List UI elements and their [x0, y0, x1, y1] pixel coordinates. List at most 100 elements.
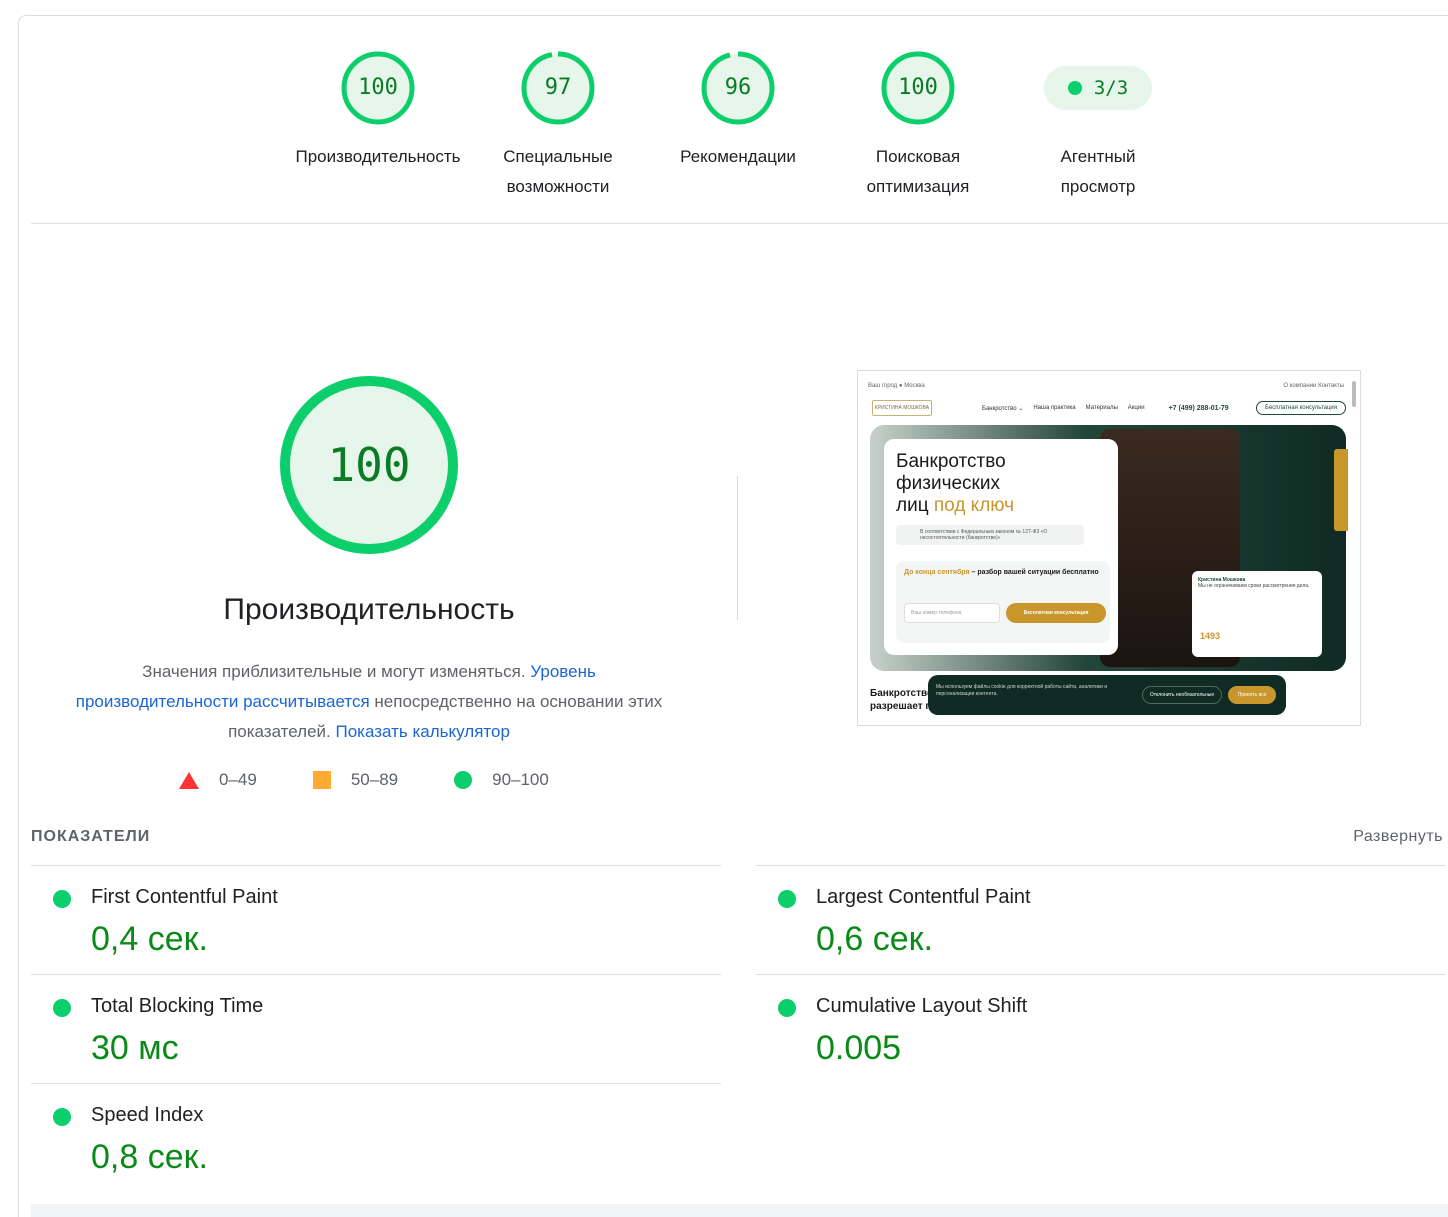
thumb-nav-link: Материалы [1085, 404, 1118, 411]
gauge-label: Производительность [283, 142, 473, 172]
metric-name: Speed Index [91, 1104, 204, 1126]
thumb-cookie-accept: Принять все [1228, 686, 1276, 704]
thumb-city: Ваш город ● Москва [868, 383, 925, 389]
show-calculator-link[interactable]: Показать калькулятор [336, 722, 510, 741]
gauge-score: 100 [358, 75, 398, 100]
metric-value: 0,4 сек. [91, 920, 208, 958]
pass-dot-icon [53, 890, 71, 908]
bottom-strip [31, 1204, 1448, 1217]
gauge-best-practices[interactable]: 96 Рекомендации [643, 50, 833, 172]
performance-summary: 100 Производительность Значения приблизи… [59, 373, 679, 747]
thumb-hero-panel: Банкротство физических лиц под ключ В со… [884, 439, 1118, 655]
thumb-cta: Бесплатная консультация [1256, 401, 1346, 415]
gauge-ring: 97 [520, 50, 596, 126]
pass-dot-icon [778, 890, 796, 908]
gauge-label-line: Поисковая [875, 147, 961, 166]
gauge-seo[interactable]: 100 Поисковая оптимизация [823, 50, 1013, 202]
metrics-header: ПОКАЗАТЕЛИ Развернуть [31, 828, 1443, 852]
thumb-hero: Банкротство физических лиц под ключ В со… [870, 425, 1346, 671]
gauge-label: Агентный просмотр [1003, 142, 1193, 202]
desc-text: Значения приблизительные и могут изменят… [142, 662, 526, 681]
category-gauges: 100 Производительность 97 Специальные во… [19, 16, 1448, 224]
main-gauge-ring: 100 [277, 373, 461, 557]
score-legend: 0–49 50–89 90–100 [179, 770, 549, 790]
thumb-phone: +7 (499) 288-01-79 [1168, 404, 1229, 412]
legend-pass: 90–100 [454, 770, 549, 790]
thumb-offer-box: До конца сентября – разбор вашей ситуаци… [896, 561, 1110, 643]
gauge-label-line: возможности [506, 177, 610, 196]
gauge-label-line: Агентный [1060, 147, 1136, 166]
metric-name: Total Blocking Time [91, 995, 264, 1017]
thumb-count: 1493 [1200, 631, 1221, 641]
main-description: Значения приблизительные и могут изменят… [69, 657, 669, 747]
thumb-phone-input: Ваш номер телефона [904, 603, 1000, 623]
gauge-score: 97 [544, 75, 572, 100]
thumb-hero-heading: Банкротство физических лиц под ключ [896, 451, 1015, 516]
gauge-accessibility[interactable]: 97 Специальные возможности [463, 50, 653, 202]
metric-lcp: Largest Contentful Paint 0,6 сек. [756, 865, 1446, 974]
expand-toggle[interactable]: Развернуть [1353, 828, 1443, 846]
metric-name: First Contentful Paint [91, 886, 278, 908]
thumb-nav-link: Наша практика [1033, 404, 1076, 411]
gauge-label-line: оптимизация [866, 177, 970, 196]
main-title: Производительность [223, 593, 515, 626]
thumb-person-card: Кристина Мошкова Мы не ограничиваем срок… [1192, 571, 1322, 657]
gauge-score: 96 [724, 75, 752, 100]
agent-badge: 3/3 [1044, 66, 1152, 110]
gauge-label-line: Производительность [295, 147, 461, 166]
gauge-label-line: Рекомендации [680, 147, 796, 166]
legend-label: 0–49 [219, 770, 257, 789]
metric-value: 30 мс [91, 1029, 179, 1067]
metric-name: Cumulative Layout Shift [816, 995, 1028, 1017]
metric-speed-index: Speed Index 0,8 сек. [31, 1083, 721, 1192]
thumb-top-links: О компании Контакты [1283, 383, 1344, 389]
final-screenshot[interactable]: Ваш город ● Москва О компании Контакты К… [857, 370, 1361, 726]
gauge-label: Рекомендации [643, 142, 833, 172]
gauge-label: Специальные возможности [463, 142, 653, 202]
main-score: 100 [327, 438, 411, 492]
metric-value: 0,8 сек. [91, 1138, 208, 1176]
pass-dot-icon [53, 999, 71, 1017]
gauge-ring: 100 [880, 50, 956, 126]
thumb-offer-title: До конца сентября – разбор вашей ситуаци… [904, 569, 1099, 576]
thumb-logo: КРИСТИНА МОШКОВА [872, 400, 932, 416]
metrics-heading: ПОКАЗАТЕЛИ [31, 828, 151, 845]
gauge-label: Поисковая оптимизация [823, 142, 1013, 202]
thumb-nav-link: Акции [1127, 404, 1145, 411]
gauge-agentic-browsing[interactable]: 3/3 Агентный просмотр [1003, 50, 1193, 202]
gauge-score: 100 [898, 75, 938, 100]
metric-value: 0,6 сек. [816, 920, 933, 958]
report-card: 100 Производительность 97 Специальные во… [18, 15, 1448, 1217]
gauge-ring: 96 [700, 50, 776, 126]
metric-fcp: First Contentful Paint 0,4 сек. [31, 865, 721, 974]
thumb-side-tab [1334, 449, 1348, 531]
fail-triangle-icon [179, 771, 199, 789]
thumb-nav: КРИСТИНА МОШКОВА Банкротство ⌄ Наша прак… [872, 397, 1346, 419]
pass-circle-icon [454, 771, 473, 789]
thumb-offer-button: Бесплатная консультация [1006, 603, 1106, 623]
legend-average: 50–89 [312, 770, 399, 790]
thumb-nav-links: Банкротство ⌄ Наша практика Материалы Ак… [982, 405, 1145, 412]
metric-name: Largest Contentful Paint [816, 886, 1031, 908]
gauge-ring: 100 [340, 50, 416, 126]
thumb-cookie-reject: Отклонить необязательные [1142, 686, 1222, 704]
legend-label: 90–100 [492, 770, 549, 789]
thumb-cookie-banner: Мы используем файлы cookie для корректно… [928, 675, 1286, 715]
pass-dot-icon [778, 999, 796, 1017]
thumb-nav-link: Банкротство ⌄ [982, 405, 1024, 412]
metric-tbt: Total Blocking Time 30 мс [31, 974, 721, 1083]
legend-label: 50–89 [350, 770, 399, 789]
gauge-label-line: просмотр [1060, 177, 1136, 196]
pass-dot-icon [1067, 81, 1082, 95]
gauge-performance[interactable]: 100 Производительность [283, 50, 473, 172]
thumb-scrollbar [1352, 381, 1356, 407]
vertical-divider [737, 476, 738, 620]
average-square-icon [312, 771, 331, 789]
thumb-below-heading: Банкротство разрешает п [870, 688, 934, 712]
agent-badge-value: 3/3 [1093, 77, 1129, 99]
thumb-law-note: В соответствии с Федеральным законом № 1… [896, 525, 1084, 545]
pass-dot-icon [53, 1108, 71, 1126]
metric-value: 0.005 [816, 1029, 902, 1067]
divider [31, 223, 1448, 224]
metric-cls: Cumulative Layout Shift 0.005 [756, 974, 1446, 1083]
